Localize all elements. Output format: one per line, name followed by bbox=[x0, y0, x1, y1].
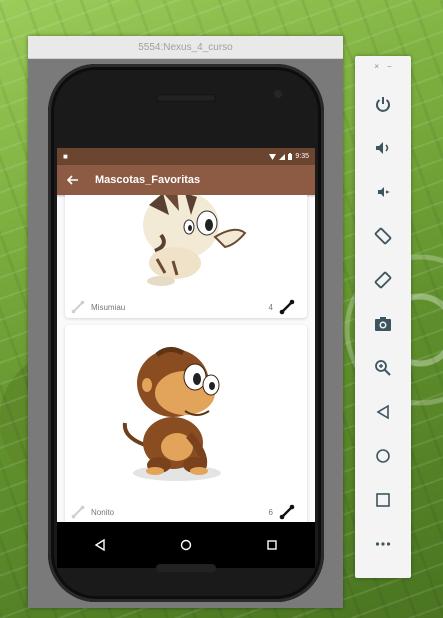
zoom-icon[interactable] bbox=[369, 354, 397, 382]
pet-card[interactable]: Misumiau 4 bbox=[65, 195, 307, 318]
like-count: 6 bbox=[268, 507, 273, 517]
pet-card[interactable]: Nonito 6 bbox=[65, 325, 307, 522]
device-screen: ■ 9:35 Mascotas_Favoritas Misumiau 4 Non… bbox=[57, 148, 315, 568]
pet-image bbox=[65, 325, 307, 501]
home-icon[interactable] bbox=[369, 442, 397, 470]
rotate-left-icon[interactable] bbox=[369, 222, 397, 250]
rotate-right-icon[interactable] bbox=[369, 266, 397, 294]
emulator-toolbar: × − bbox=[355, 56, 411, 578]
pet-image bbox=[65, 195, 307, 296]
camera-icon[interactable] bbox=[369, 310, 397, 338]
cat-illustration bbox=[143, 195, 247, 286]
notification-icon: ■ bbox=[63, 152, 68, 161]
app-bar: Mascotas_Favoritas bbox=[57, 165, 315, 195]
like-count: 4 bbox=[268, 302, 273, 312]
minimize-icon[interactable]: − bbox=[387, 62, 392, 71]
phone-frame: ■ 9:35 Mascotas_Favoritas Misumiau 4 Non… bbox=[48, 64, 324, 602]
pet-name: Nonito bbox=[91, 507, 115, 517]
bottom-speaker bbox=[156, 564, 216, 572]
app-title: Mascotas_Favoritas bbox=[95, 174, 201, 186]
back-icon[interactable] bbox=[369, 398, 397, 426]
battery-icon bbox=[288, 153, 293, 160]
volume-up-icon[interactable] bbox=[369, 134, 397, 162]
pet-name: Misumiau bbox=[91, 302, 126, 312]
status-bar: ■ 9:35 bbox=[57, 148, 315, 165]
emulator-window: 5554:Nexus_4_curso ■ 9:35 Mascotas_Favor… bbox=[28, 36, 343, 608]
volume-down-icon[interactable] bbox=[369, 178, 397, 206]
front-sensor bbox=[274, 90, 282, 98]
bone-icon bbox=[71, 505, 91, 519]
power-icon[interactable] bbox=[369, 90, 397, 118]
overview-icon[interactable] bbox=[369, 486, 397, 514]
bone-icon bbox=[71, 300, 91, 314]
top-speaker bbox=[156, 94, 216, 102]
rate-bone-icon[interactable] bbox=[279, 299, 299, 315]
more-icon[interactable] bbox=[369, 530, 397, 558]
nav-back-icon[interactable] bbox=[85, 530, 115, 560]
clock: 9:35 bbox=[295, 153, 309, 160]
back-arrow-icon[interactable] bbox=[65, 172, 81, 188]
rate-bone-icon[interactable] bbox=[279, 504, 299, 520]
signal-icon bbox=[279, 153, 286, 160]
monkey-illustration bbox=[122, 347, 221, 481]
nav-home-icon[interactable] bbox=[171, 530, 201, 560]
nav-recents-icon[interactable] bbox=[257, 530, 287, 560]
emulator-title[interactable]: 5554:Nexus_4_curso bbox=[28, 36, 343, 59]
close-icon[interactable]: × bbox=[374, 62, 379, 71]
pet-list[interactable]: Misumiau 4 Nonito 6 bbox=[57, 195, 315, 522]
android-nav-bar bbox=[57, 522, 315, 568]
wifi-icon bbox=[269, 153, 277, 160]
